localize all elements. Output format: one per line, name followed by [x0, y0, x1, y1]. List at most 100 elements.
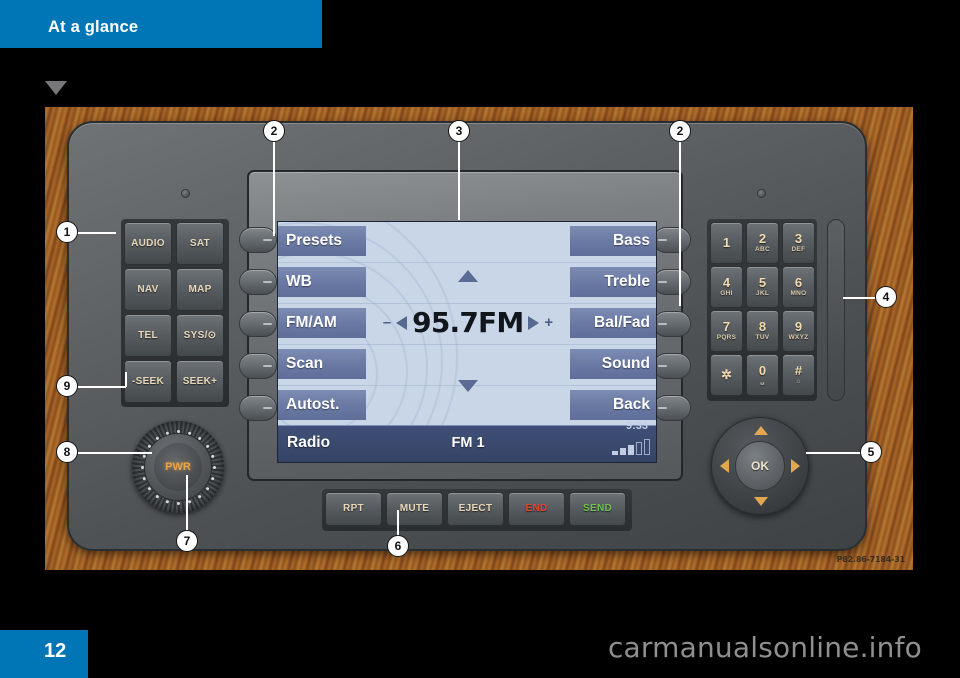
head-unit-photo: AUDIO SAT NAV MAP TEL SYS/⊙ -SEEK SEEK+ … — [45, 107, 913, 570]
key-3[interactable]: 3 DEF — [782, 222, 815, 264]
callout-leader — [273, 141, 275, 236]
display-status-bar: Radio FM 1 9:33 — [278, 420, 656, 462]
softkey-hw-left-1[interactable] — [239, 227, 277, 253]
radio-display-screen: Presets Bass WB Treble FM/AM Bal/Fad Sca… — [277, 221, 657, 463]
tune-down-arrow-icon[interactable] — [458, 380, 478, 392]
softkey-autostore[interactable]: Autost. — [278, 390, 366, 420]
number-keypad: 1 2 ABC 3 DEF 4 GHI 5 JKL 6 MNO 7 PQRS 8 TUV 9W… — [707, 219, 817, 401]
callout-leader — [74, 232, 116, 234]
ok-navigation-pad[interactable]: OK — [711, 417, 809, 515]
softkey-back[interactable]: Back — [570, 390, 656, 420]
callout-leader — [397, 510, 399, 538]
key-mute[interactable]: MUTE — [386, 492, 443, 526]
softkey-fm-am[interactable]: FM/AM — [278, 308, 366, 338]
side-trim-panel — [827, 219, 845, 401]
softkey-hw-right-1[interactable] — [653, 227, 691, 253]
callout-leader — [125, 372, 127, 387]
callout-5: 5 — [860, 441, 882, 463]
key-4[interactable]: 4 GHI — [710, 266, 743, 308]
softkey-hw-right-3[interactable] — [653, 311, 691, 337]
key-8[interactable]: 8 TUV — [746, 310, 779, 352]
softkey-hw-right-2[interactable] — [653, 269, 691, 295]
function-keypad: AUDIO SAT NAV MAP TEL SYS/⊙ -SEEK SEEK+ — [121, 219, 229, 407]
figure-code: P82.86-7184-31 — [836, 555, 906, 564]
key-end[interactable]: END — [508, 492, 565, 526]
callout-2-right: 2 — [669, 120, 691, 142]
key-send[interactable]: SEND — [569, 492, 626, 526]
callout-3: 3 — [448, 120, 470, 142]
key-5[interactable]: 5 JKL — [746, 266, 779, 308]
arrow-up-icon[interactable] — [754, 426, 768, 435]
status-clock: 9:33 — [625, 420, 648, 432]
key-nav[interactable]: NAV — [124, 268, 172, 311]
key-tel[interactable]: TEL — [124, 314, 172, 357]
softkey-hw-right-5[interactable] — [653, 395, 691, 421]
key-seek-back[interactable]: -SEEK — [124, 360, 172, 403]
callout-2-left: 2 — [263, 120, 285, 142]
section-marker-triangle-icon — [45, 81, 67, 95]
callout-leader — [78, 386, 126, 388]
callout-7: 7 — [176, 530, 198, 552]
arrow-down-icon[interactable] — [754, 497, 768, 506]
callout-1: 1 — [56, 221, 78, 243]
key-sys-clock[interactable]: SYS/⊙ — [176, 314, 224, 357]
softkey-hw-left-5[interactable] — [239, 395, 277, 421]
key-seek-forward[interactable]: SEEK+ — [176, 360, 224, 403]
softkey-hw-right-4[interactable] — [653, 353, 691, 379]
softkey-presets[interactable]: Presets — [278, 226, 366, 256]
key-sat[interactable]: SAT — [176, 222, 224, 265]
key-eject[interactable]: EJECT — [447, 492, 504, 526]
callout-6: 6 — [387, 535, 409, 557]
key-rpt[interactable]: RPT — [325, 492, 382, 526]
key-9[interactable]: 9 WXYZ — [782, 310, 815, 352]
minus-symbol: – — [382, 314, 392, 331]
callout-4: 4 — [875, 286, 897, 308]
display-bezel: Presets Bass WB Treble FM/AM Bal/Fad Sca… — [239, 170, 691, 481]
power-button-label[interactable]: PWR — [154, 443, 202, 491]
bottom-key-row: RPT MUTE EJECT END SEND — [322, 489, 632, 531]
frequency-value: 95.7FM — [412, 306, 524, 339]
seek-back-arrow-icon[interactable] — [396, 315, 408, 330]
softkey-hw-left-4[interactable] — [239, 353, 277, 379]
softkey-hw-left-2[interactable] — [239, 269, 277, 295]
watermark: carmanualsonline.info — [607, 631, 922, 664]
softkey-bal-fad[interactable]: Bal/Fad — [570, 308, 656, 338]
key-7[interactable]: 7 PQRS — [710, 310, 743, 352]
callout-leader — [78, 452, 152, 454]
softkey-wb[interactable]: WB — [278, 267, 366, 297]
callout-leader — [679, 141, 681, 306]
key-1[interactable]: 1 — [710, 222, 743, 264]
key-hash[interactable]: # ⌂ — [782, 354, 815, 396]
key-audio[interactable]: AUDIO — [124, 222, 172, 265]
manual-page: At a glance 1 2 carmanualsonline.info AUD… — [0, 0, 960, 678]
softkey-row: Presets Bass — [278, 222, 656, 263]
softkey-scan[interactable]: Scan — [278, 349, 366, 379]
seek-forward-arrow-icon[interactable] — [528, 315, 540, 330]
tune-up-arrow-icon[interactable] — [458, 270, 478, 282]
softkey-bass[interactable]: Bass — [570, 226, 656, 256]
key-map[interactable]: MAP — [176, 268, 224, 311]
screw-icon — [757, 189, 766, 198]
callout-8: 8 — [56, 441, 78, 463]
key-2[interactable]: 2 ABC — [746, 222, 779, 264]
key-0[interactable]: 0 ␣ — [746, 354, 779, 396]
frequency-display: – 95.7FM + — [370, 306, 566, 339]
page-title: At a glance — [48, 18, 139, 36]
softkey-sound[interactable]: Sound — [570, 349, 656, 379]
key-6[interactable]: 6 MNO — [782, 266, 815, 308]
status-band: FM 1 — [451, 435, 485, 451]
callout-leader — [806, 452, 868, 454]
callout-leader — [458, 141, 460, 220]
ok-button[interactable]: OK — [735, 441, 785, 491]
signal-strength-icon — [612, 439, 650, 455]
softkey-row: Autost. Back — [278, 386, 656, 427]
callout-9: 9 — [56, 375, 78, 397]
callout-leader — [186, 475, 188, 532]
softkey-treble[interactable]: Treble — [570, 267, 656, 297]
softkey-hw-left-3[interactable] — [239, 311, 277, 337]
key-star[interactable]: ✲ — [710, 354, 743, 396]
power-volume-knob[interactable]: PWR — [132, 421, 224, 513]
arrow-left-icon[interactable] — [720, 459, 729, 473]
arrow-right-icon[interactable] — [791, 459, 800, 473]
screw-icon — [181, 189, 190, 198]
